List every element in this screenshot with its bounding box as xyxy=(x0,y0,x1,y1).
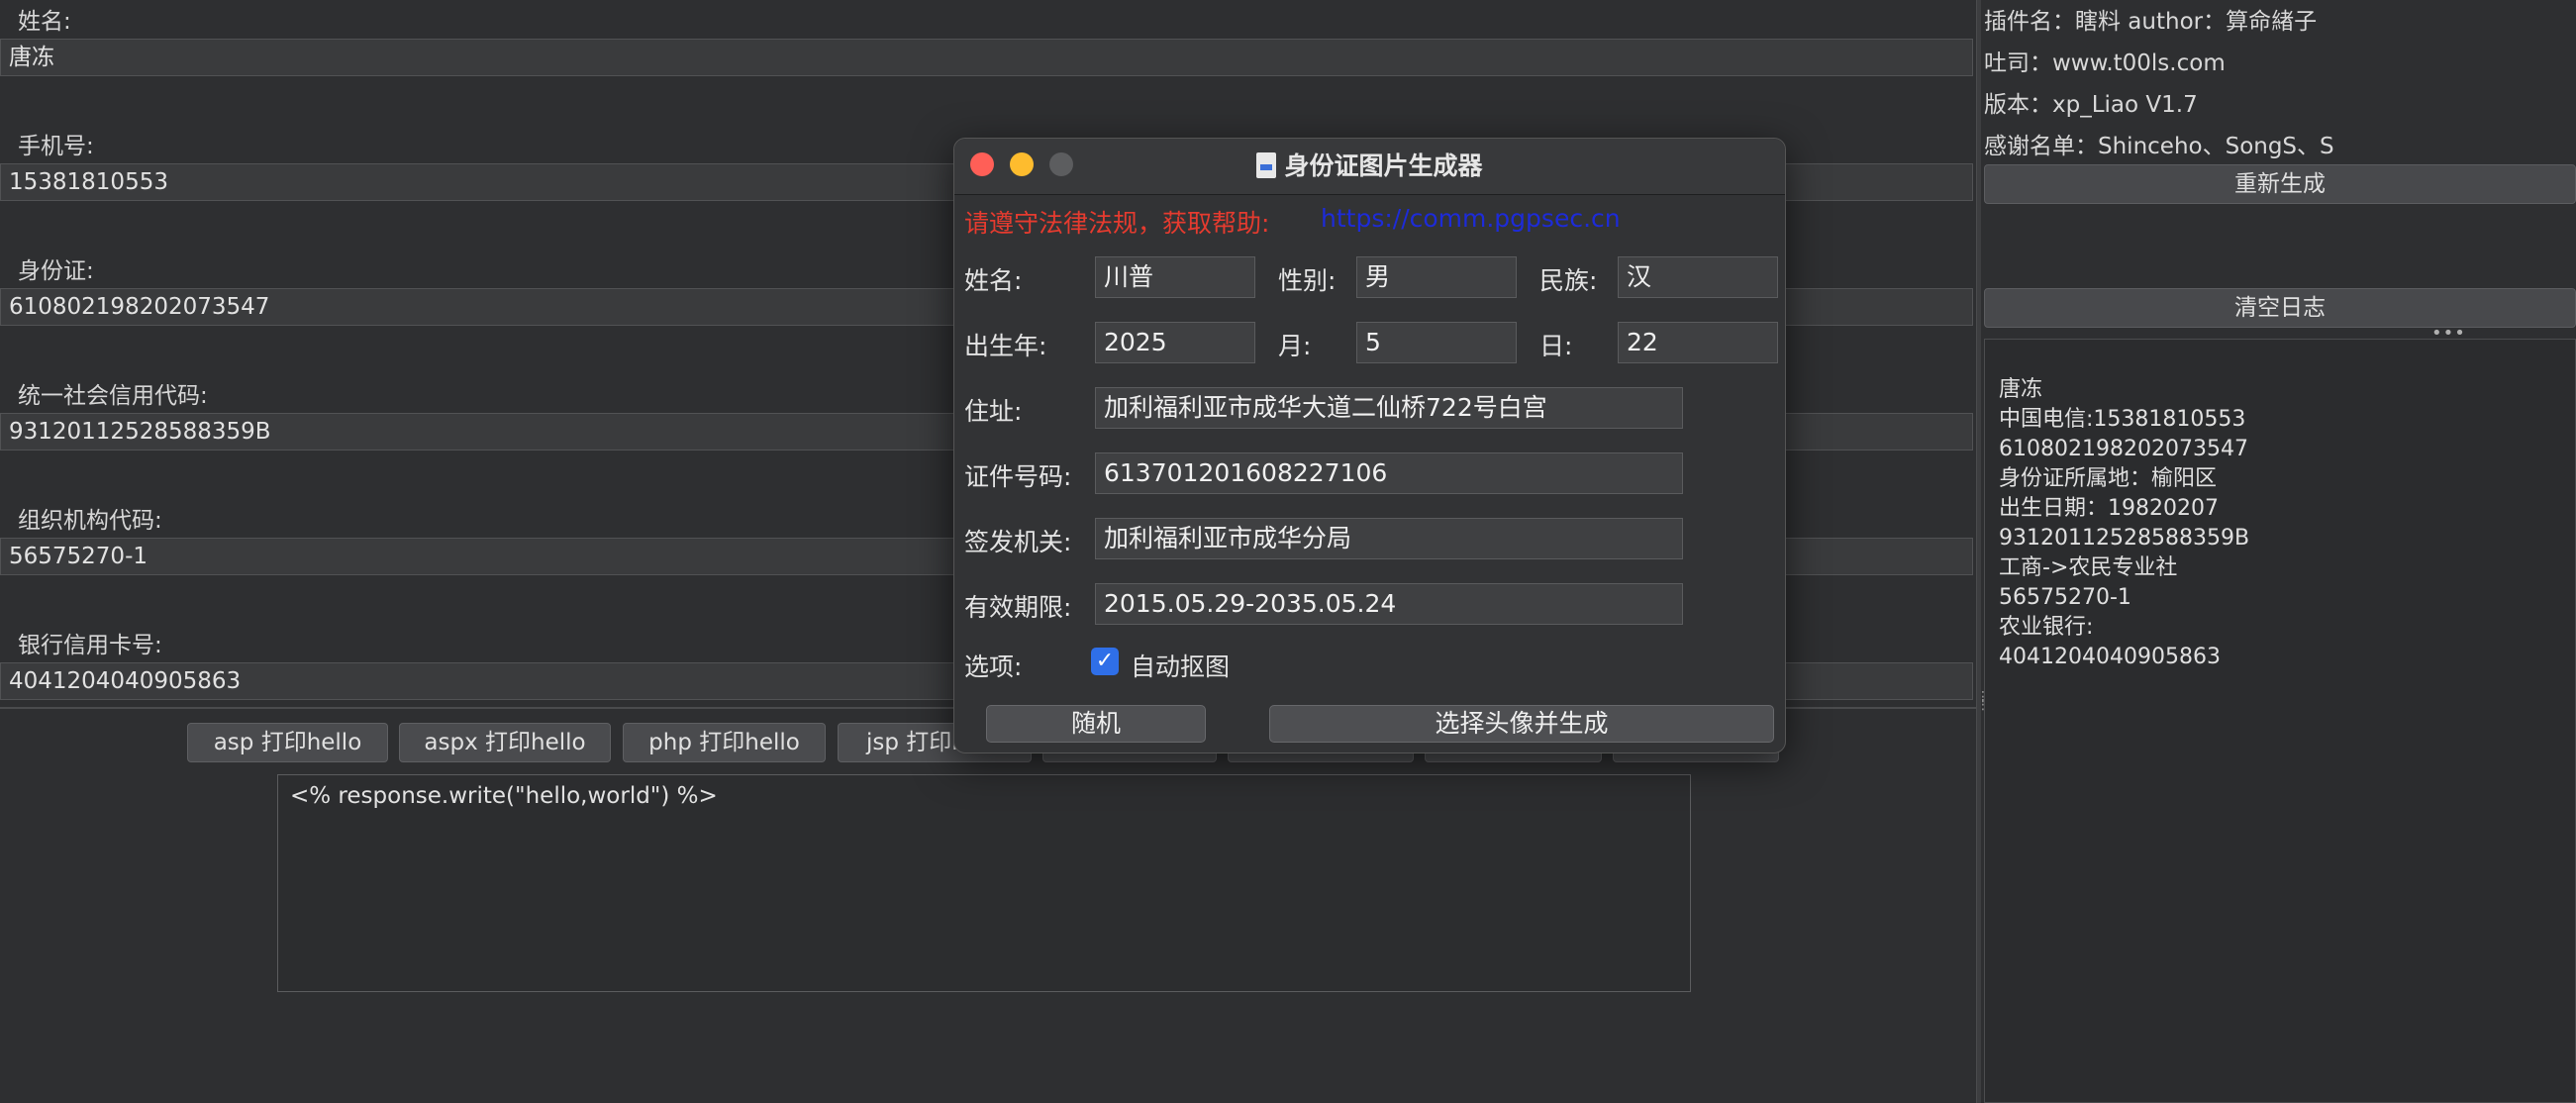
options-label: 选项: xyxy=(964,652,1023,681)
id-card-generator-dialog: 身份证图片生成器 请遵守法律法规，获取帮助: https://comm.pgps… xyxy=(953,138,1786,753)
log-panel[interactable]: 唐冻 中国电信:15381810553 610802198202073547 身… xyxy=(1984,339,2576,1103)
id-number-input[interactable]: 613701201608227106 xyxy=(1095,452,1683,494)
regenerate-button[interactable]: 重新生成 xyxy=(1984,164,2576,204)
document-icon xyxy=(1256,152,1277,178)
validity-label: 有效期限: xyxy=(964,593,1072,622)
birth-year-input[interactable]: 2025 xyxy=(1095,322,1255,363)
log-line: 610802198202073547 xyxy=(1999,437,2248,461)
issuer-input[interactable]: 加利福利亚市成华分局 xyxy=(1095,518,1683,559)
asp-hello-button[interactable]: asp 打印hello xyxy=(187,723,388,762)
code-textarea[interactable]: <% response.write("hello,world") %> xyxy=(277,774,1691,992)
birth-year-label: 出生年: xyxy=(964,332,1047,360)
version-info: 版本：xp_Liao V1.7 xyxy=(1984,92,2198,118)
bank-label: 银行信用卡号: xyxy=(18,633,162,658)
birth-day-label: 日: xyxy=(1539,332,1573,360)
name-field[interactable]: 唐冻 xyxy=(0,39,1973,76)
divider-grip-icon[interactable]: ⋮ ⋮ xyxy=(1976,690,1990,723)
log-line: 56575270-1 xyxy=(1999,585,2131,610)
birth-month-input[interactable]: 5 xyxy=(1356,322,1517,363)
log-line: 工商->农民专业社 xyxy=(1999,555,2178,580)
split-pane-divider[interactable] xyxy=(1976,0,1981,1103)
birth-day-input[interactable]: 22 xyxy=(1618,322,1778,363)
auto-cutout-label[interactable]: 自动抠图 xyxy=(1131,648,1230,683)
issuer-label: 签发机关: xyxy=(964,528,1072,556)
name-label: 姓名: xyxy=(18,9,71,35)
log-line: 中国电信:15381810553 xyxy=(1999,407,2246,432)
ethnic-label: 民族: xyxy=(1539,266,1598,295)
auto-cutout-checkbox[interactable]: ✓ xyxy=(1091,648,1119,675)
php-hello-button[interactable]: php 打印hello xyxy=(623,723,826,762)
gender-input[interactable]: 男 xyxy=(1356,256,1517,298)
validity-input[interactable]: 2015.05.29-2035.05.24 xyxy=(1095,583,1683,625)
log-line: 93120112528588359B xyxy=(1999,526,2250,551)
address-label: 住址: xyxy=(964,397,1023,426)
choose-avatar-generate-button[interactable]: 选择头像并生成 xyxy=(1269,705,1774,743)
dialog-title-text: 身份证图片生成器 xyxy=(1284,151,1483,180)
site-info: 吐司：www.t00ls.com xyxy=(1984,50,2226,76)
phone-label: 手机号: xyxy=(18,134,94,159)
org-code-label: 组织机构代码: xyxy=(18,508,162,534)
clear-log-button[interactable]: 清空日志 xyxy=(1984,288,2576,328)
address-input[interactable]: 加利福利亚市成华大道二仙桥722号白宫 xyxy=(1095,387,1683,429)
dialog-title: 身份证图片生成器 xyxy=(954,139,1785,194)
gender-label: 性别: xyxy=(1278,266,1337,295)
log-line: 4041204040905863 xyxy=(1999,645,2221,669)
aspx-hello-button[interactable]: aspx 打印hello xyxy=(399,723,611,762)
log-line: 唐冻 xyxy=(1999,377,2043,402)
dialog-name-input[interactable]: 川普 xyxy=(1095,256,1255,298)
birth-month-label: 月: xyxy=(1278,332,1312,360)
id-number-label: 证件号码: xyxy=(964,462,1072,491)
thanks-info: 感谢名单：Shinceho、SongS、S xyxy=(1984,134,2334,159)
dialog-name-label: 姓名: xyxy=(964,266,1023,295)
help-link[interactable]: https://comm.pgpsec.cn xyxy=(1321,204,1621,233)
id-label: 身份证: xyxy=(18,258,94,284)
log-line: 身份证所属地：榆阳区 xyxy=(1999,466,2218,491)
ethnic-input[interactable]: 汉 xyxy=(1618,256,1778,298)
dialog-titlebar[interactable]: 身份证图片生成器 xyxy=(954,139,1785,195)
log-line: 农业银行: xyxy=(1999,615,2094,640)
credit-code-label: 统一社会信用代码: xyxy=(18,383,208,409)
plugin-info: 插件名：瞎料 author：算命緖子 xyxy=(1984,9,2318,35)
random-button[interactable]: 随机 xyxy=(986,705,1206,743)
log-line: 出生日期：19820207 xyxy=(1999,496,2219,521)
law-notice: 请遵守法律法规，获取帮助: xyxy=(964,209,1270,238)
